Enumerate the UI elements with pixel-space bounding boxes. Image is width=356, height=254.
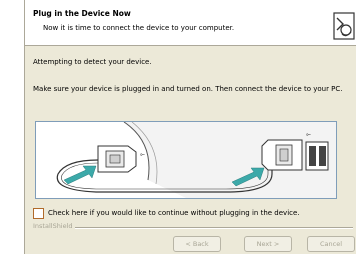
cancel-button[interactable]: Cancel bbox=[307, 236, 355, 252]
installshield-brand: InstallShield bbox=[33, 222, 73, 230]
detect-status-text: Attempting to detect your device. bbox=[33, 58, 152, 66]
continue-without-device-checkbox[interactable] bbox=[33, 207, 44, 219]
right-usb-plug bbox=[261, 139, 303, 171]
left-usb-plug: ⟜ bbox=[97, 145, 145, 173]
continue-without-device-row[interactable]: Check here if you would like to continue… bbox=[33, 207, 300, 219]
back-button[interactable]: < Back bbox=[173, 236, 221, 252]
installer-logo-icon bbox=[333, 12, 355, 40]
dialog-header: Plug in the Device Now Now it is time to… bbox=[25, 0, 356, 46]
page-title: Plug in the Device Now bbox=[33, 9, 131, 18]
page-subtitle: Now it is time to connect the device to … bbox=[43, 24, 235, 32]
svg-text:⟜: ⟜ bbox=[140, 151, 145, 158]
instruction-text: Make sure your device is plugged in and … bbox=[33, 85, 343, 93]
usb-cable-connection-illustration: ⟜ ⟜ bbox=[35, 121, 337, 199]
svg-text:⟜: ⟜ bbox=[306, 131, 311, 138]
footer-divider bbox=[75, 227, 353, 229]
installer-dialog: Plug in the Device Now Now it is time to… bbox=[24, 0, 356, 254]
next-button[interactable]: Next > bbox=[244, 236, 292, 252]
checkbox-label: Check here if you would like to continue… bbox=[48, 209, 300, 217]
